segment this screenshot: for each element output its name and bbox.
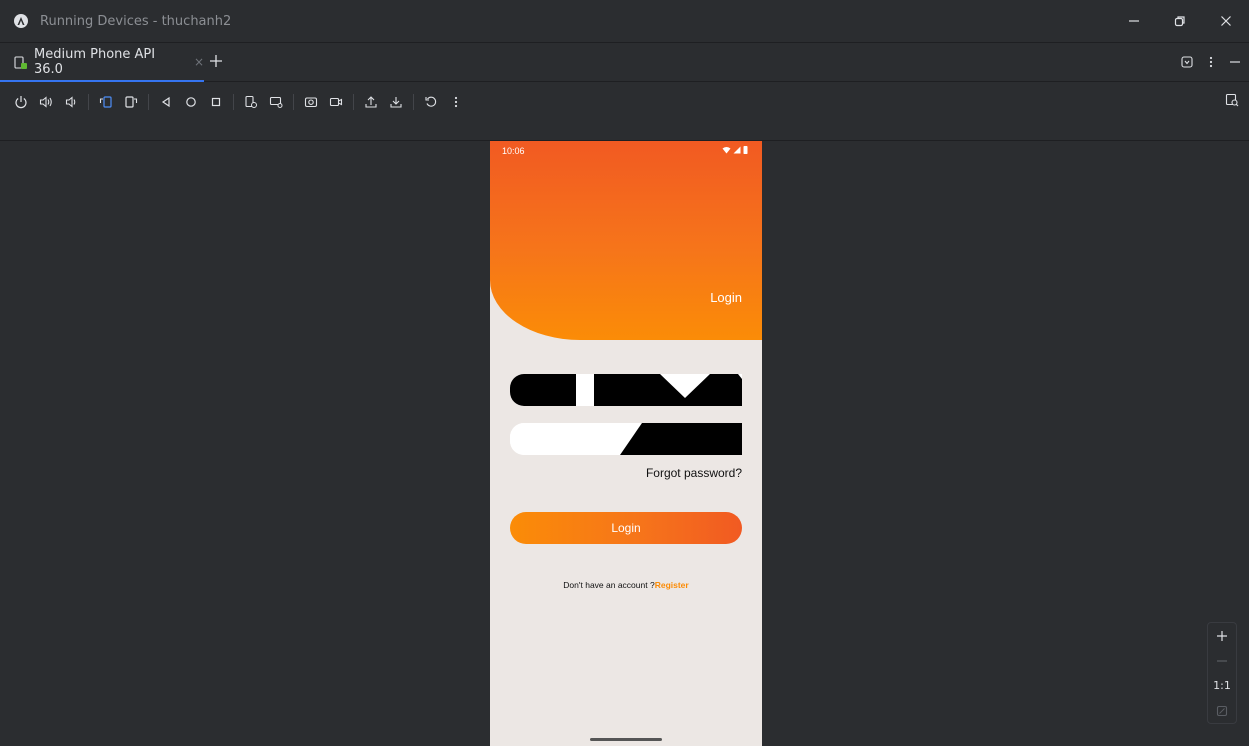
fit-screen-icon[interactable]	[1208, 698, 1236, 723]
push-icon[interactable]	[361, 92, 381, 112]
zoom-in-button[interactable]	[1208, 623, 1236, 648]
camera-icon[interactable]	[301, 92, 321, 112]
rotate-right-icon[interactable]	[121, 92, 141, 112]
rotate-left-icon[interactable]	[96, 92, 116, 112]
volume-up-icon[interactable]	[36, 92, 56, 112]
toolbar-separator	[148, 94, 149, 110]
tab-label: Medium Phone API 36.0	[34, 47, 156, 77]
tab-close-icon[interactable]: ×	[194, 55, 204, 69]
device-explorer-icon[interactable]	[1225, 92, 1239, 111]
password-input[interactable]	[510, 423, 742, 455]
volume-down-icon[interactable]	[61, 92, 81, 112]
device-screen[interactable]: 10:06 Login Forgot password? Login Don't…	[490, 141, 762, 746]
tab-medium-phone[interactable]: Medium Phone API 36.0 ×	[0, 43, 204, 82]
window-titlebar: Running Devices - thuchanh2	[0, 0, 1249, 43]
toolbar-separator	[353, 94, 354, 110]
password-field[interactable]	[510, 423, 742, 455]
toolbar-separator	[413, 94, 414, 110]
emulator-toolbar	[0, 82, 1249, 122]
restore-icon[interactable]	[1157, 0, 1203, 42]
email-input[interactable]	[510, 374, 742, 406]
back-icon[interactable]	[156, 92, 176, 112]
zoom-panel: 1:1	[1207, 622, 1237, 724]
fold-icon[interactable]	[241, 92, 261, 112]
close-icon[interactable]	[1203, 0, 1249, 42]
register-row: Don't have an account ?Register	[490, 580, 762, 590]
screenshot-device-icon[interactable]	[266, 92, 286, 112]
login-button[interactable]: Login	[510, 512, 742, 544]
add-tab-icon[interactable]	[208, 53, 224, 69]
device-tab-bar: Medium Phone API 36.0 ×	[0, 43, 1249, 82]
window-title: Running Devices - thuchanh2	[40, 13, 232, 29]
minimize-icon[interactable]	[1111, 0, 1157, 42]
pull-icon[interactable]	[386, 92, 406, 112]
android-studio-icon	[14, 14, 28, 28]
register-link[interactable]: Register	[655, 580, 689, 590]
screen-mirror-icon[interactable]	[1181, 53, 1193, 72]
toolbar-separator	[88, 94, 89, 110]
header-title: Login	[710, 290, 742, 305]
toolbar-separator	[233, 94, 234, 110]
email-field[interactable]	[510, 374, 742, 406]
record-icon[interactable]	[326, 92, 346, 112]
more-options-icon[interactable]	[1209, 53, 1213, 72]
register-prompt: Don't have an account ?	[563, 580, 655, 590]
login-header: 10:06 Login	[490, 141, 762, 340]
zoom-out-button[interactable]	[1208, 648, 1236, 673]
status-time: 10:06	[502, 146, 525, 156]
gesture-home-bar[interactable]	[590, 738, 662, 741]
actual-size-button[interactable]: 1:1	[1208, 673, 1236, 698]
hide-panel-icon[interactable]	[1229, 53, 1241, 72]
status-icons	[722, 145, 748, 154]
signal-icon	[733, 146, 741, 153]
battery-icon	[743, 146, 748, 154]
phone-device-icon	[14, 55, 28, 69]
home-icon[interactable]	[181, 92, 201, 112]
power-icon[interactable]	[11, 92, 31, 112]
reset-icon[interactable]	[421, 92, 441, 112]
more-icon[interactable]	[446, 92, 466, 112]
toolbar-separator	[293, 94, 294, 110]
forgot-password-link[interactable]: Forgot password?	[646, 466, 742, 480]
overview-icon[interactable]	[206, 92, 226, 112]
wifi-icon	[722, 146, 731, 153]
